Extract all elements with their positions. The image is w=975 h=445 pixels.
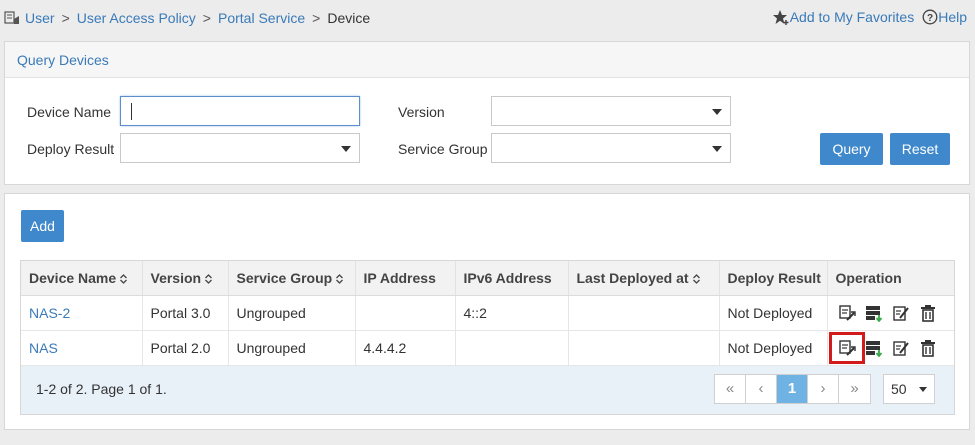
sort-icon — [205, 274, 213, 284]
edit-icon[interactable] — [890, 302, 912, 324]
version-label: Version — [398, 104, 445, 120]
sort-icon — [336, 274, 344, 284]
edit-icon[interactable] — [890, 337, 912, 359]
sort-icon — [692, 274, 700, 284]
query-devices-panel: Query Devices Device Name Version Deploy… — [4, 41, 970, 185]
breadcrumb-separator: > — [61, 10, 70, 26]
cell-deploy-result: Not Deployed — [719, 330, 828, 366]
prev-page-button[interactable]: ‹ — [746, 374, 777, 403]
next-page-button[interactable]: › — [808, 374, 839, 403]
star-add-icon — [772, 10, 789, 25]
version-select[interactable] — [491, 96, 731, 126]
column-header-service-group[interactable]: Service Group — [228, 261, 356, 296]
deploy-icon[interactable] — [828, 331, 865, 364]
export-icon[interactable] — [863, 302, 885, 324]
chevron-down-icon — [341, 146, 351, 152]
page-1-button[interactable]: 1 — [777, 374, 808, 403]
chevron-down-icon — [712, 146, 722, 152]
last-page-button[interactable]: » — [839, 375, 870, 403]
favorites-label: Add to My Favorites — [789, 9, 915, 25]
service-group-select[interactable] — [491, 133, 731, 163]
text-cursor — [131, 103, 132, 120]
svg-text:?: ? — [927, 13, 933, 24]
deploy-result-select[interactable] — [120, 133, 360, 163]
export-icon[interactable] — [863, 337, 885, 359]
help-link[interactable]: ? Help — [922, 9, 967, 25]
query-button[interactable]: Query — [820, 133, 883, 165]
cell-version: Portal 3.0 — [142, 295, 229, 331]
chevron-down-icon — [919, 386, 927, 392]
device-name-link[interactable]: NAS-2 — [29, 305, 70, 321]
column-header-last-deployed-at[interactable]: Last Deployed at — [568, 261, 720, 296]
sort-icon — [120, 274, 128, 284]
column-header-deploy-result: Deploy Result — [719, 261, 828, 296]
breadcrumb-separator: > — [312, 10, 321, 26]
column-header-ipv6-address: IPv6 Address — [455, 261, 569, 296]
cell-service-group: Ungrouped — [228, 330, 356, 366]
cell-last-deployed-at — [568, 330, 720, 366]
breadcrumb-separator: > — [202, 10, 211, 26]
user-policy-icon — [4, 11, 19, 24]
cell-operation — [827, 330, 954, 366]
cell-ipv6-address — [455, 330, 569, 366]
column-header-operation: Operation — [827, 261, 954, 296]
pagination: « ‹ 1 › » — [714, 373, 871, 404]
breadcrumb: User > User Access Policy > Portal Servi… — [4, 10, 370, 26]
device-name-input[interactable] — [121, 97, 359, 125]
cell-ip-address — [355, 295, 456, 331]
device-name-input-box[interactable] — [120, 96, 360, 126]
pagination-info: 1-2 of 2. Page 1 of 1. — [36, 380, 167, 397]
cell-service-group: Ungrouped — [228, 295, 356, 331]
top-bar: User > User Access Policy > Portal Servi… — [0, 0, 975, 38]
query-panel-title: Query Devices — [5, 42, 969, 78]
help-icon: ? — [922, 9, 938, 25]
breadcrumb-user[interactable]: User — [25, 10, 55, 26]
cell-device-name: NAS-2 — [21, 295, 143, 331]
device-list-panel: Add Device Name Version Service Group IP… — [4, 193, 970, 430]
chevron-down-icon — [712, 109, 722, 115]
table-footer: 1-2 of 2. Page 1 of 1. « ‹ 1 › » 50 — [21, 365, 954, 414]
breadcrumb-current: Device — [327, 10, 371, 26]
deploy-result-label: Deploy Result — [27, 141, 115, 157]
cell-ip-address: 4.4.4.2 — [355, 330, 456, 366]
cell-device-name: NAS — [21, 330, 143, 366]
top-actions: Add to My Favorites ? Help — [772, 9, 967, 25]
cell-last-deployed-at — [568, 295, 720, 331]
device-name-label: Device Name — [27, 104, 112, 120]
table-row: NAS-2 Portal 3.0 Ungrouped 4::2 Not Depl… — [21, 295, 954, 331]
cell-ipv6-address: 4::2 — [455, 295, 569, 331]
add-to-favorites-link[interactable]: Add to My Favorites — [772, 9, 915, 25]
cell-operation — [827, 295, 954, 331]
page-size-value: 50 — [891, 380, 907, 397]
help-label: Help — [938, 9, 967, 25]
delete-icon[interactable] — [917, 302, 939, 324]
device-name-link[interactable]: NAS — [29, 340, 58, 356]
device-table: Device Name Version Service Group IP Add… — [20, 260, 955, 415]
delete-icon[interactable] — [917, 337, 939, 359]
table-row: NAS Portal 2.0 Ungrouped 4.4.4.2 Not Dep… — [21, 330, 954, 366]
cell-version: Portal 2.0 — [142, 330, 229, 366]
page-size-select[interactable]: 50 — [883, 373, 935, 404]
column-header-device-name[interactable]: Device Name — [21, 261, 143, 296]
cell-deploy-result: Not Deployed — [719, 295, 828, 331]
breadcrumb-portal-service[interactable]: Portal Service — [218, 10, 305, 26]
column-header-ip-address: IP Address — [355, 261, 456, 296]
first-page-button[interactable]: « — [715, 374, 746, 403]
breadcrumb-user-access-policy[interactable]: User Access Policy — [77, 10, 196, 26]
column-header-version[interactable]: Version — [142, 261, 229, 296]
service-group-label: Service Group — [398, 141, 488, 157]
reset-button[interactable]: Reset — [890, 133, 950, 165]
table-header-row: Device Name Version Service Group IP Add… — [21, 261, 954, 296]
add-button[interactable]: Add — [21, 210, 64, 242]
deploy-icon[interactable] — [836, 302, 858, 324]
